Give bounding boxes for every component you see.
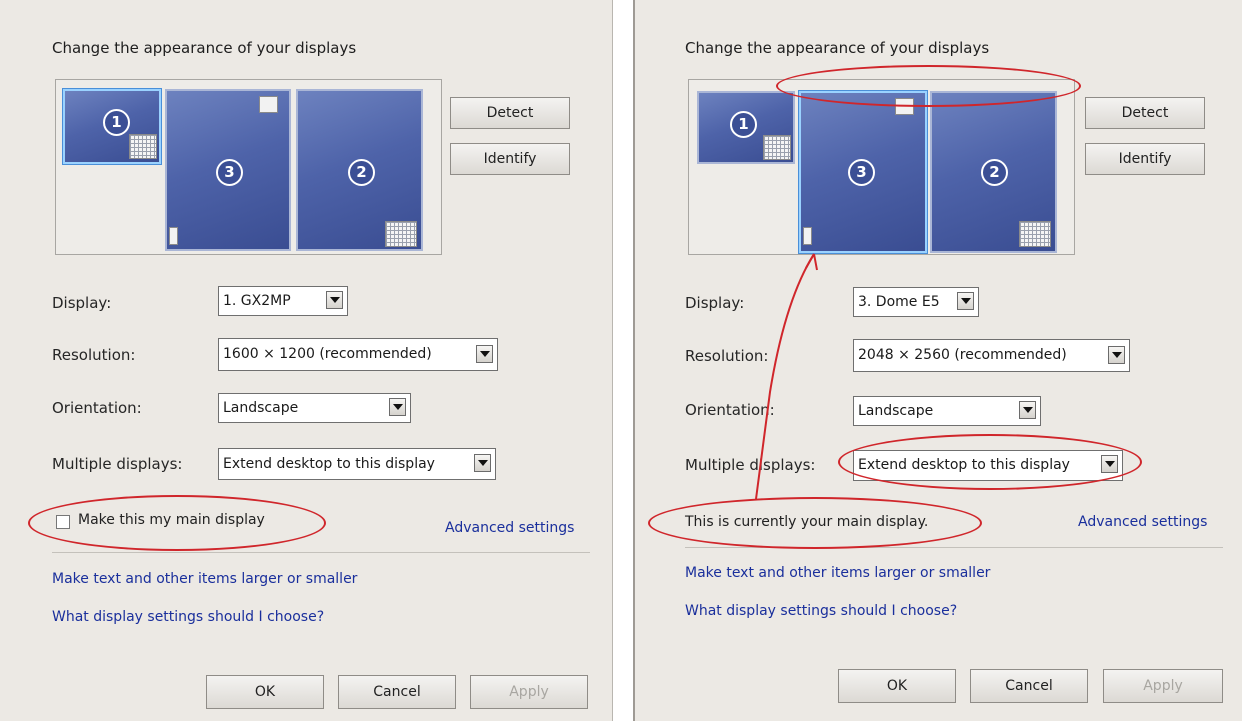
annotation-arrow xyxy=(755,253,818,500)
